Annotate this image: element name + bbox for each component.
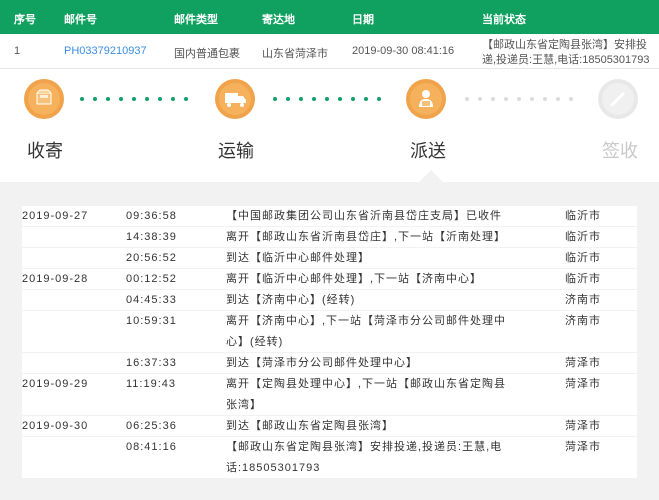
- timeline-description: 到达【济南中心】(经转): [226, 294, 356, 306]
- header-date: 日期: [352, 14, 374, 26]
- timeline-date: 2019-09-30: [22, 420, 89, 432]
- row-destination: 山东省菏泽市: [262, 48, 328, 60]
- header-tracking-no: 邮件号: [64, 14, 97, 26]
- timeline-row: 08:41:16 【邮政山东省定陶县张湾】安排投递,投递员:王慧,电话:18505…: [22, 437, 637, 479]
- timeline-city: 菏泽市: [565, 441, 601, 453]
- timeline-time: 11:19:43: [126, 378, 177, 390]
- timeline-city: 济南市: [565, 315, 601, 327]
- header-status: 当前状态: [482, 14, 526, 26]
- timeline-description: 到达【邮政山东省定陶县张湾】: [226, 420, 394, 432]
- timeline-row: 2019-09-28 00:12:52 离开【临沂中心邮件处理】,下一站【济南中心】…: [22, 269, 637, 290]
- timeline-row: 04:45:33 到达【济南中心】(经转) 济南市: [22, 290, 637, 311]
- table-row: 1 PH03379210937 国内普通包裹 山东省菏泽市 2019-09-30…: [0, 34, 659, 69]
- timeline-time: 16:37:33: [126, 357, 177, 369]
- header-index: 序号: [14, 14, 36, 26]
- progress-dots-3: [465, 96, 573, 102]
- truck-icon: [215, 79, 255, 119]
- timeline-description: 到达【临沂中心邮件处理】: [226, 252, 370, 264]
- step-label-signed: 签收: [602, 141, 638, 161]
- timeline-date: 2019-09-27: [22, 210, 89, 222]
- timeline-row: 2019-09-29 11:19:43 离开【定陶县处理中心】,下一站【邮政山东省定…: [22, 374, 637, 416]
- timeline-description: 【中国邮政集团公司山东省沂南县岱庄支局】已收件: [226, 210, 502, 222]
- step-label-deliver: 派送: [410, 141, 446, 161]
- progress-steps: 收寄 运输 派送 签收: [0, 69, 659, 182]
- tracking-number-link[interactable]: PH03379210937: [64, 45, 147, 57]
- timeline-time: 00:12:52: [126, 273, 177, 285]
- timeline-time: 04:45:33: [126, 294, 177, 306]
- package-icon: [24, 79, 64, 119]
- timeline-description: 离开【定陶县处理中心】,下一站【邮政山东省定陶县张湾】: [226, 378, 507, 411]
- timeline-city: 临沂市: [565, 210, 601, 222]
- table-header: 序号 邮件号 邮件类型 寄达地 日期 当前状态: [0, 0, 659, 34]
- timeline-row: 2019-09-27 09:36:58 【中国邮政集团公司山东省沂南县岱庄支局】已收…: [22, 206, 637, 227]
- timeline-row: 2019-09-30 06:25:36 到达【邮政山东省定陶县张湾】 菏泽市: [22, 416, 637, 437]
- timeline-city: 济南市: [565, 294, 601, 306]
- timeline-description: 离开【邮政山东省沂南县岱庄】,下一站【沂南处理】: [226, 231, 507, 243]
- timeline-date: 2019-09-28: [22, 273, 89, 285]
- timeline-row: 14:38:39 离开【邮政山东省沂南县岱庄】,下一站【沂南处理】 临沂市: [22, 227, 637, 248]
- row-mail-type: 国内普通包裹: [174, 48, 240, 60]
- timeline-description: 离开【临沂中心邮件处理】,下一站【济南中心】: [226, 273, 483, 285]
- row-index: 1: [14, 45, 21, 57]
- timeline-time: 08:41:16: [126, 441, 177, 453]
- timeline-date: 2019-09-29: [22, 378, 89, 390]
- timeline-time: 20:56:52: [126, 252, 177, 264]
- timeline-time: 09:36:58: [126, 210, 177, 222]
- timeline-description: 【邮政山东省定陶县张湾】安排投递,投递员:王慧,电话:18505301793: [226, 441, 503, 474]
- timeline-description: 离开【济南中心】,下一站【菏泽市分公司邮件处理中心】(经转): [226, 315, 507, 348]
- current-step-pointer: [419, 170, 443, 182]
- signed-icon: [598, 79, 638, 119]
- timeline-time: 10:59:31: [126, 315, 177, 327]
- header-destination: 寄达地: [262, 14, 295, 26]
- timeline-time: 14:38:39: [126, 231, 177, 243]
- timeline-city: 菏泽市: [565, 420, 601, 432]
- header-mail-type: 邮件类型: [174, 14, 218, 26]
- timeline-row: 20:56:52 到达【临沂中心邮件处理】 临沂市: [22, 248, 637, 269]
- timeline-city: 菏泽市: [565, 357, 601, 369]
- step-label-transport: 运输: [218, 141, 254, 161]
- step-label-collect: 收寄: [27, 141, 63, 161]
- courier-icon: [406, 79, 446, 119]
- timeline-row: 10:59:31 离开【济南中心】,下一站【菏泽市分公司邮件处理中心】(经转) 济南…: [22, 311, 637, 353]
- timeline-city: 临沂市: [565, 252, 601, 264]
- timeline-list: 2019-09-27 09:36:58 【中国邮政集团公司山东省沂南县岱庄支局】已收…: [22, 206, 637, 479]
- row-status: 【邮政山东省定陶县张湾】安排投递,投递员:王慧,电话:18505301793: [482, 39, 650, 66]
- row-datetime: 2019-09-30 08:41:16: [352, 45, 455, 57]
- progress-dots-2: [273, 96, 381, 102]
- timeline-city: 临沂市: [565, 231, 601, 243]
- progress-dots-1: [80, 96, 188, 102]
- timeline-city: 临沂市: [565, 273, 601, 285]
- timeline-description: 到达【菏泽市分公司邮件处理中心】: [226, 357, 418, 369]
- timeline-city: 菏泽市: [565, 378, 601, 390]
- timeline-row: 16:37:33 到达【菏泽市分公司邮件处理中心】 菏泽市: [22, 353, 637, 374]
- timeline-time: 06:25:36: [126, 420, 177, 432]
